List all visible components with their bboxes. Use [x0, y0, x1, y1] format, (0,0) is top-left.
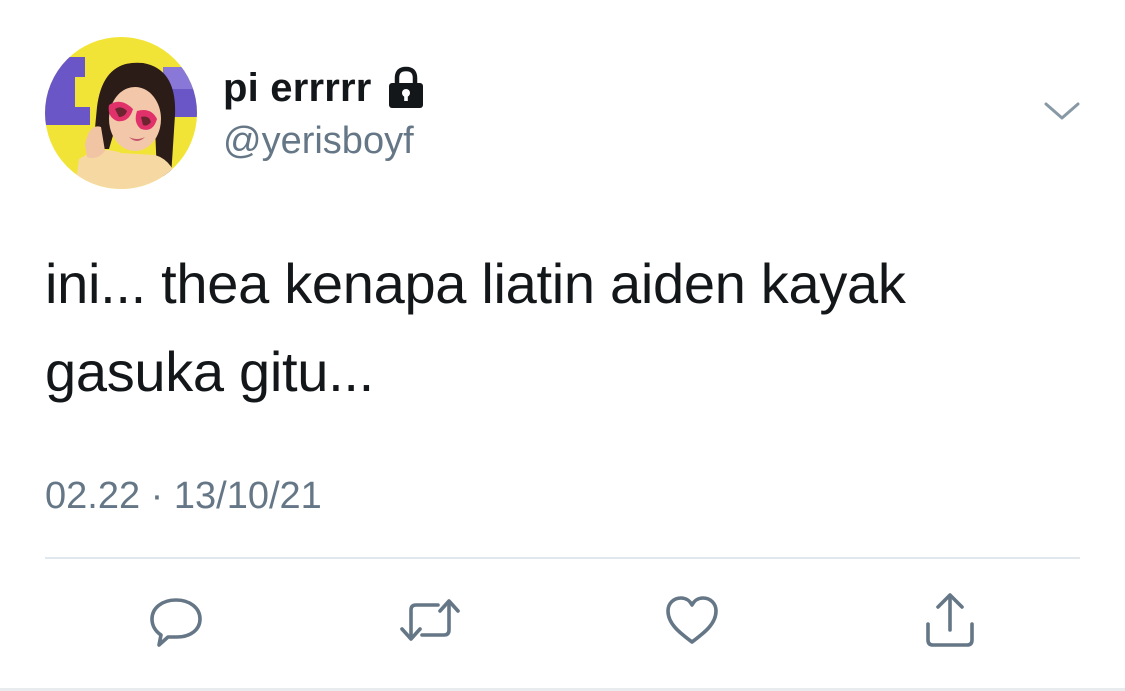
- share-button[interactable]: [918, 590, 982, 654]
- display-name-row[interactable]: pi errrrr: [223, 62, 426, 114]
- avatar[interactable]: [45, 37, 197, 189]
- avatar-image: [45, 37, 197, 189]
- action-bar: [0, 590, 1125, 660]
- tweet-text-line-1: ini... thea kenapa liatin aiden kayak: [45, 252, 906, 315]
- retweet-arrows-icon: [398, 590, 462, 655]
- divider: [45, 557, 1080, 559]
- tweet-timestamp[interactable]: 02.22 · 13/10/21: [45, 470, 322, 522]
- chevron-down-icon[interactable]: [1040, 96, 1084, 126]
- display-name[interactable]: pi errrrr: [223, 62, 372, 114]
- username[interactable]: @yerisboyf: [223, 116, 414, 166]
- tweet-text-line-2: gasuka gitu...: [45, 340, 374, 403]
- share-upload-icon: [920, 590, 980, 655]
- lock-icon: [386, 66, 426, 110]
- retweet-button[interactable]: [398, 590, 462, 654]
- tweet-text: ini... thea kenapa liatin aiden kayak ga…: [45, 240, 1075, 416]
- speech-bubble-icon: [146, 590, 206, 655]
- reply-button[interactable]: [144, 590, 208, 654]
- like-button[interactable]: [660, 590, 724, 654]
- heart-icon: [662, 590, 722, 655]
